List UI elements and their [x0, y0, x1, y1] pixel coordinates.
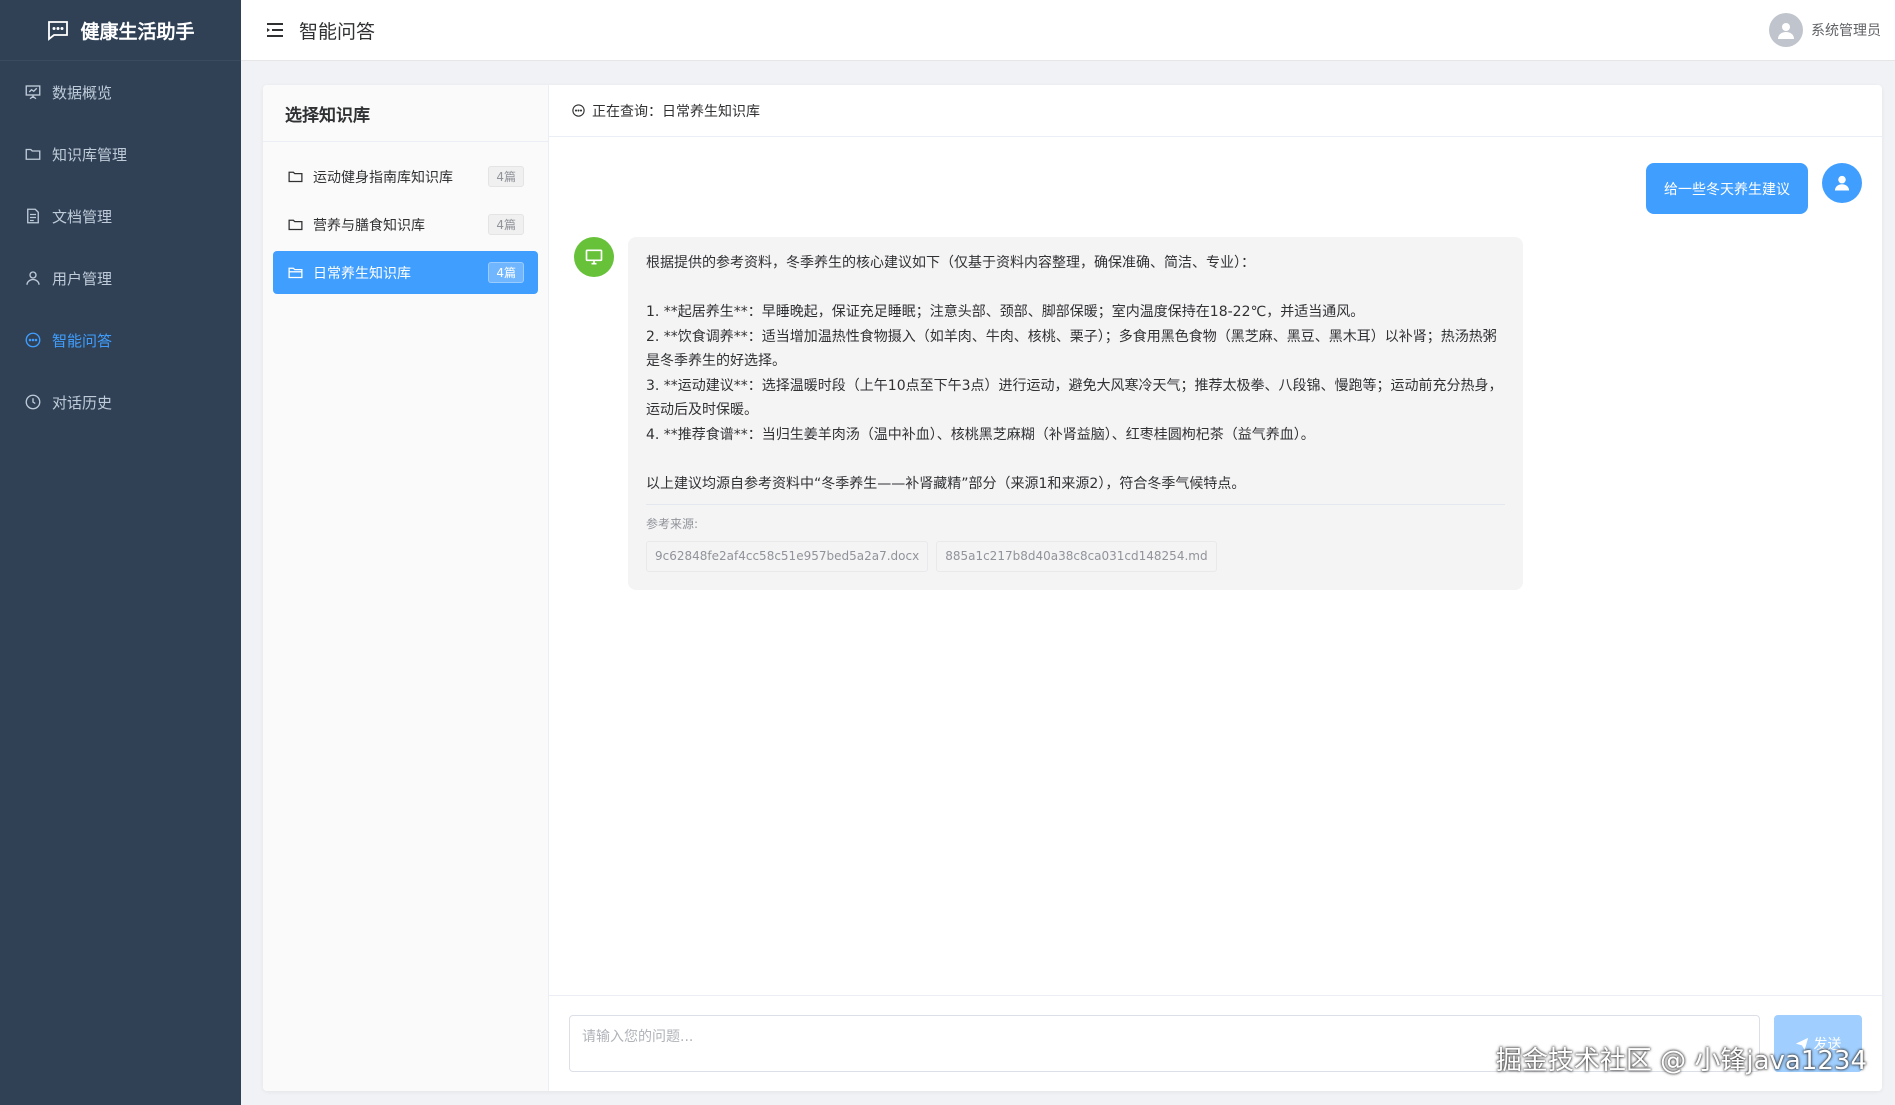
user-message: 给一些冬天养生建议 [1646, 163, 1862, 214]
bot-message: 根据提供的参考资料，冬季养生的核心建议如下（仅基于资料内容整理，确保准确、简洁、… [574, 237, 1523, 590]
top-header: 智能问答 系统管理员 [241, 0, 1895, 61]
bot-line: 1. **起居养生**：早睡晚起，保证充足睡眠；注意头部、颈部、脚部保暖；室内温… [646, 304, 1365, 320]
chat-panel: 正在查询： 日常养生知识库 给一些冬天养生建议 根据提供的参考资料，冬季养生的核… [549, 85, 1882, 1091]
kb-item-nutrition[interactable]: 营养与膳食知识库 4篇 [273, 203, 538, 246]
presentation-icon [25, 85, 41, 100]
send-icon [1795, 1037, 1808, 1050]
querying-prefix: 正在查询： [592, 103, 662, 120]
document-icon [27, 208, 39, 224]
sidebar: 健康生活助手 数据概览 知识库管理 文档管理 用户管理 智能问答 对话历史 [0, 0, 241, 1105]
querying-kb-name: 日常养生知识库 [662, 103, 760, 120]
sidebar-item-smart-qa[interactable]: 智能问答 [0, 309, 241, 371]
send-label: 发送 [1813, 1036, 1842, 1053]
user-menu[interactable]: 系统管理员 [1769, 13, 1881, 47]
folder-open-icon [288, 267, 303, 279]
bot-line [646, 447, 1505, 472]
chat-bubble-icon [48, 21, 69, 41]
kb-panel: 选择知识库 运动健身指南库知识库 4篇 营养与膳食知识库 4篇 日常养生知识库 … [263, 85, 549, 1091]
chat-icon [572, 104, 585, 117]
folder-icon [25, 148, 41, 160]
reference-tag[interactable]: 9c62848fe2af4cc58c51e957bed5a2a7.docx [646, 541, 929, 572]
send-button[interactable]: 发送 [1774, 1015, 1862, 1072]
sidebar-item-chat-history[interactable]: 对话历史 [0, 371, 241, 433]
reference-tag[interactable]: 885a1c217b8d40a38c8ca031cd148254.md [936, 541, 1217, 572]
bot-line: 根据提供的参考资料，冬季养生的核心建议如下（仅基于资料内容整理，确保准确、简洁、… [646, 255, 1255, 271]
user-icon [1834, 175, 1850, 191]
folder-icon [288, 171, 303, 183]
user-message-avatar [1822, 163, 1862, 203]
brand-title: 健康生活助手 [80, 20, 195, 43]
folder-icon [288, 219, 303, 231]
sidebar-item-kb-management[interactable]: 知识库管理 [0, 123, 241, 185]
bot-line: 4. **推荐食谱**：当归生姜羊肉汤（温中补血）、核桃黑芝麻糊（补肾益脑）、红… [646, 426, 1315, 443]
reference-tags: 9c62848fe2af4cc58c51e957bed5a2a7.docx 88… [646, 541, 1505, 572]
kb-item-name: 运动健身指南库知识库 [313, 169, 453, 186]
reference-label: 参考来源: [646, 517, 699, 531]
avatar [1769, 13, 1803, 47]
user-icon [26, 271, 40, 285]
kb-item-count: 4篇 [488, 166, 524, 187]
question-input[interactable] [569, 1015, 1760, 1072]
kb-list: 运动健身指南库知识库 4篇 营养与膳食知识库 4篇 日常养生知识库 4篇 [263, 155, 548, 294]
bot-line: 3. **运动建议**：选择温暖时段（上午10点至下午3点）进行运动，避免大风寒… [646, 377, 1503, 419]
user-name: 系统管理员 [1811, 23, 1881, 39]
page-title: 智能问答 [299, 20, 376, 43]
sidebar-menu: 数据概览 知识库管理 文档管理 用户管理 智能问答 对话历史 [0, 61, 241, 433]
sidebar-item-dashboard[interactable]: 数据概览 [0, 61, 241, 123]
kb-item-fitness[interactable]: 运动健身指南库知识库 4篇 [273, 155, 538, 198]
hamburger-icon[interactable] [265, 20, 285, 40]
bot-message-bubble: 根据提供的参考资料，冬季养生的核心建议如下（仅基于资料内容整理，确保准确、简洁、… [628, 237, 1523, 590]
monitor-icon [585, 249, 603, 265]
bot-avatar [574, 237, 614, 277]
reference-sources: 参考来源: 9c62848fe2af4cc58c51e957bed5a2a7.d… [646, 504, 1505, 572]
input-area: 发送 [549, 995, 1882, 1091]
brand: 健康生活助手 [0, 0, 241, 61]
clock-icon [25, 394, 41, 410]
kb-item-name: 营养与膳食知识库 [313, 217, 425, 234]
bot-line: 2. **饮食调养**：适当增加温热性食物摄入（如羊肉、牛肉、核桃、栗子）；多食… [646, 328, 1497, 370]
user-avatar-icon [1778, 23, 1794, 39]
kb-item-count: 4篇 [488, 262, 524, 283]
kb-item-daily-wellness[interactable]: 日常养生知识库 4篇 [273, 251, 538, 294]
chat-messages: 给一些冬天养生建议 根据提供的参考资料，冬季养生的核心建议如下（仅基于资料内容整… [549, 137, 1882, 995]
bot-line [646, 276, 1505, 301]
bot-line: 以上建议均源自参考资料中“冬季养生——补肾藏精”部分（来源1和来源2），符合冬季… [646, 475, 1246, 492]
sidebar-item-user-management[interactable]: 用户管理 [0, 247, 241, 309]
kb-item-name: 日常养生知识库 [313, 265, 411, 282]
chat-status-bar: 正在查询： 日常养生知识库 [549, 85, 1882, 137]
main-card: 选择知识库 运动健身指南库知识库 4篇 营养与膳食知识库 4篇 日常养生知识库 … [263, 85, 1882, 1091]
kb-item-count: 4篇 [488, 214, 524, 235]
user-message-bubble: 给一些冬天养生建议 [1646, 163, 1808, 214]
kb-panel-title: 选择知识库 [263, 85, 548, 142]
chat-icon [25, 332, 41, 348]
sidebar-item-doc-management[interactable]: 文档管理 [0, 185, 241, 247]
